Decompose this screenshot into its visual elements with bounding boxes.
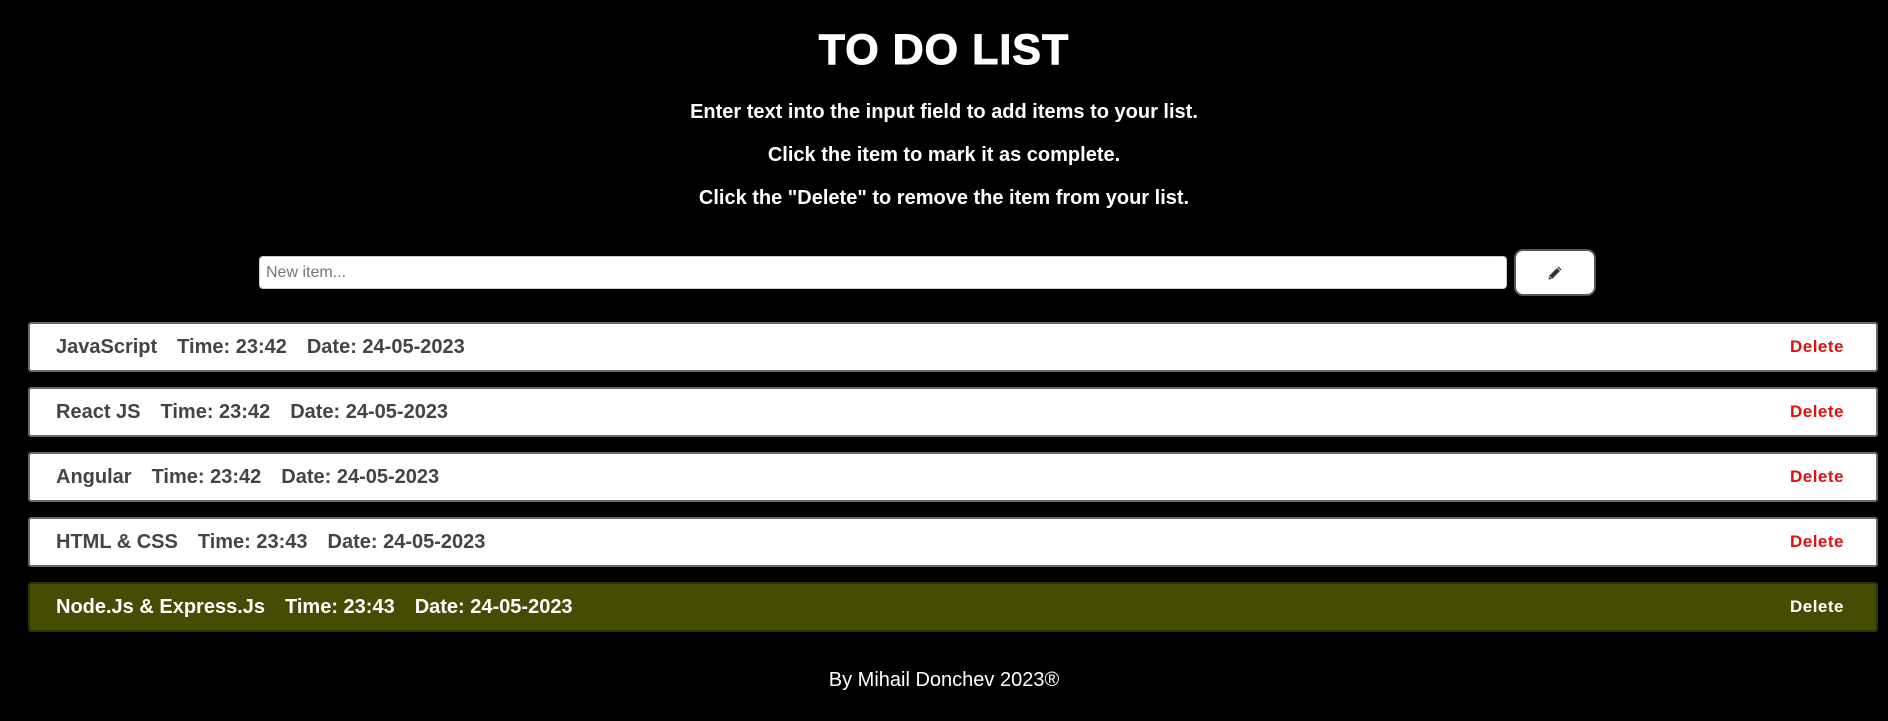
list-item[interactable]: JavaScript Time: 23:42 Date: 24-05-2023 … <box>28 322 1878 372</box>
item-date: Date: 24-05-2023 <box>327 530 486 553</box>
pencil-icon <box>1547 265 1563 281</box>
delete-button[interactable]: Delete <box>1790 337 1844 357</box>
item-text: HTML & CSS <box>56 530 178 553</box>
todo-list: JavaScript Time: 23:42 Date: 24-05-2023 … <box>28 322 1878 647</box>
page-title: TO DO LIST <box>818 26 1070 75</box>
new-item-input[interactable] <box>259 256 1507 289</box>
item-time: Time: 23:42 <box>160 400 271 423</box>
item-date: Date: 24-05-2023 <box>281 465 440 488</box>
item-text: Angular <box>56 465 132 488</box>
instruction-add: Enter text into the input field to add i… <box>690 101 1198 123</box>
delete-button[interactable]: Delete <box>1790 597 1844 617</box>
item-text: React JS <box>56 400 141 423</box>
list-item[interactable]: Angular Time: 23:42 Date: 24-05-2023 Del… <box>28 452 1878 502</box>
item-time: Time: 23:43 <box>197 530 308 553</box>
item-time: Time: 23:43 <box>285 595 395 618</box>
delete-button[interactable]: Delete <box>1790 532 1844 552</box>
add-item-form <box>259 249 1596 297</box>
item-time: Time: 23:42 <box>177 335 287 358</box>
delete-button[interactable]: Delete <box>1790 467 1844 487</box>
item-time: Time: 23:42 <box>151 465 262 488</box>
list-item[interactable]: React JS Time: 23:42 Date: 24-05-2023 De… <box>28 387 1878 437</box>
list-item[interactable]: HTML & CSS Time: 23:43 Date: 24-05-2023 … <box>28 517 1878 567</box>
add-item-button[interactable] <box>1514 249 1596 296</box>
item-text: Node.Js & Express.Js <box>56 595 265 618</box>
footer-credit: By Mihail Donchev 2023® <box>828 669 1060 691</box>
list-item-completed[interactable]: Node.Js & Express.Js Time: 23:43 Date: 2… <box>28 582 1878 632</box>
item-date: Date: 24-05-2023 <box>290 400 449 423</box>
item-date: Date: 24-05-2023 <box>306 335 465 358</box>
instruction-complete: Click the item to mark it as complete. <box>767 144 1121 166</box>
instruction-delete: Click the "Delete" to remove the item fr… <box>698 187 1190 209</box>
item-date: Date: 24-05-2023 <box>414 595 573 618</box>
item-text: JavaScript <box>56 335 158 358</box>
delete-button[interactable]: Delete <box>1790 402 1844 422</box>
